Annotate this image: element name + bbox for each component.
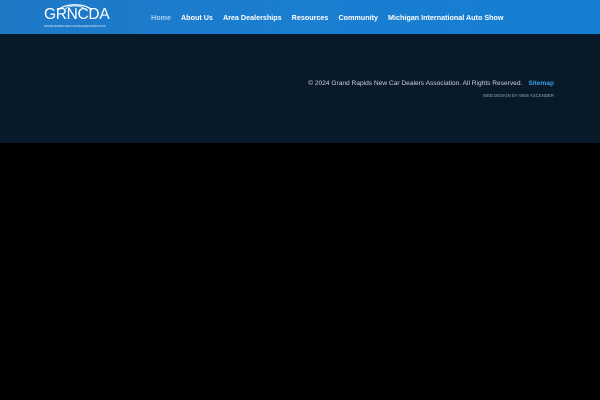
- nav-item-auto-show[interactable]: Michigan International Auto Show: [388, 13, 504, 22]
- logo-text: GRNCDA: [44, 6, 110, 23]
- web-design-credit[interactable]: WEB DESIGN BY WEB ASCENDER: [483, 93, 554, 98]
- nav-item-home[interactable]: Home: [151, 13, 171, 22]
- site-logo[interactable]: GRNCDA GRAND RAPIDS NEW CAR DEALERS ASSO…: [44, 3, 110, 31]
- main-nav: Home About Us Area Dealerships Resources…: [146, 0, 509, 34]
- nav-item-community[interactable]: Community: [338, 13, 378, 22]
- copyright-text: © 2024 Grand Rapids New Car Dealers Asso…: [308, 80, 523, 87]
- nav-item-area-dealerships[interactable]: Area Dealerships: [223, 13, 282, 22]
- sitemap-link[interactable]: Sitemap: [528, 80, 554, 87]
- footer-copyright-line: © 2024 Grand Rapids New Car Dealers Asso…: [308, 80, 554, 87]
- site-footer: © 2024 Grand Rapids New Car Dealers Asso…: [0, 34, 600, 143]
- nav-item-resources[interactable]: Resources: [292, 13, 329, 22]
- site-header: GRNCDA GRAND RAPIDS NEW CAR DEALERS ASSO…: [0, 0, 600, 34]
- logo-subtext: GRAND RAPIDS NEW CAR DEALERS ASSOCIATION: [44, 25, 106, 28]
- nav-item-about-us[interactable]: About Us: [181, 13, 213, 22]
- page-body: [0, 143, 600, 400]
